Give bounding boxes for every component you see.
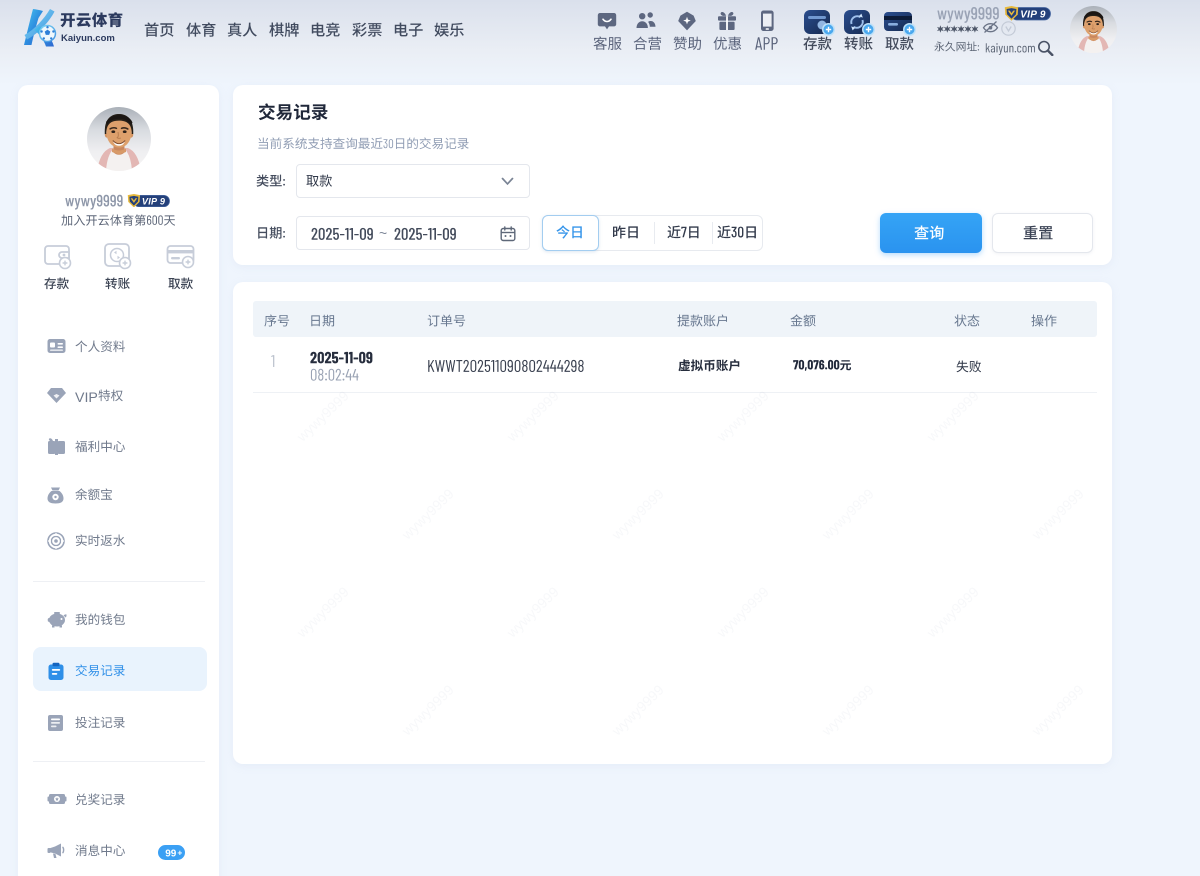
svg-text:99: 99 xyxy=(165,848,177,859)
svg-text:VIP 9: VIP 9 xyxy=(1020,10,1046,21)
svg-text:+: + xyxy=(177,847,182,857)
svg-text:VIP 9: VIP 9 xyxy=(141,196,165,206)
